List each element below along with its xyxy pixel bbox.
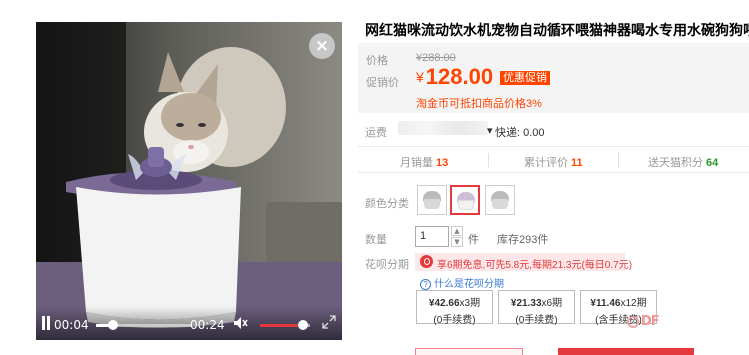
promo-price-value: 128.00 [425,64,494,89]
volume-fill [260,324,303,327]
watermark-logo-icon [627,316,639,328]
color-swatch-2-selected[interactable] [450,185,480,215]
installment-option-6[interactable]: ¥21.33x6期 (0手续费) [498,290,575,326]
product-title: 网红猫咪流动饮水机宠物自动循环喂猫神器喝水专用水碗狗狗喂水器 [365,22,749,38]
installment-option-3[interactable]: ¥42.66x3期 (0手续费) [416,290,493,326]
color-label: 颜色分类 [365,198,409,210]
video-progress-handle[interactable] [108,320,119,330]
shipping-value: 快递: 0.00 [495,127,545,139]
caret-down-icon[interactable]: ▾ [487,124,493,137]
video-progress-bar[interactable] [96,320,192,330]
promo-price-label: 促销价 [366,77,399,89]
stat-divider [488,153,489,168]
ship-from-location-blurred[interactable] [398,121,488,135]
color-swatch-3[interactable] [485,185,515,215]
taojinbi-note: 淘金币可抵扣商品价格3% [416,98,542,110]
price-label: 价格 [366,55,388,67]
watermark-text: DF [641,314,660,329]
stock-count: 库存293件 [497,234,549,246]
video-duration: 00:24 [190,318,225,332]
price-panel: 价格 ¥288.00 促销价 ¥128.00 优惠促销 淘金币可抵扣商品价格3% [358,43,749,113]
shipping-label: 运费 [365,127,387,139]
stat-monthly-sales: 月销量 13 [400,157,449,169]
quantity-increase-button[interactable]: ▲ [451,226,463,236]
huabei-label: 花呗分期 [365,259,409,271]
current-time: 00:04 [54,318,89,332]
volume-slider[interactable] [260,320,310,330]
promo-price: ¥128.00 [416,64,493,90]
quantity-label: 数量 [365,234,387,246]
stat-divider [618,153,619,168]
promo-tag-badge: 优惠促销 [500,71,550,85]
huabei-banner-text: 享6期免息,可先5.8元,每期21.3元(每日0.7元) [437,260,633,271]
original-price: ¥288.00 [416,52,456,64]
stats-bar: 月销量 13 累计评价 11 送天猫积分 64 [358,146,749,173]
buy-now-button[interactable] [415,348,523,355]
fullscreen-icon[interactable] [322,315,336,329]
product-video-player[interactable]: 00:04 00:24 [36,22,342,340]
huabei-logo-icon [420,255,433,268]
question-icon: ? [420,279,431,290]
pause-icon[interactable] [40,316,52,330]
huabei-banner: 享6期免息,可先5.8元,每期21.3元(每日0.7元) [415,253,632,271]
quantity-decrease-button[interactable]: ▼ [451,237,463,247]
video-frame-cat-drinking [36,22,342,340]
quantity-input[interactable]: 1 [415,226,449,247]
stat-tmall-points: 送天猫积分 64 [648,157,719,169]
add-to-cart-button[interactable] [558,348,694,355]
currency-symbol: ¥ [416,69,424,85]
close-video-button[interactable]: × [309,33,335,59]
video-controls: 00:04 00:24 [36,306,342,340]
stat-reviews[interactable]: 累计评价 11 [524,154,583,170]
volume-handle[interactable] [297,320,308,330]
huabei-help-link[interactable]: ? 什么是花呗分期 [420,275,504,290]
volume-icon[interactable] [234,317,248,329]
color-swatch-1[interactable] [417,185,447,215]
quantity-unit: 件 [468,234,479,246]
